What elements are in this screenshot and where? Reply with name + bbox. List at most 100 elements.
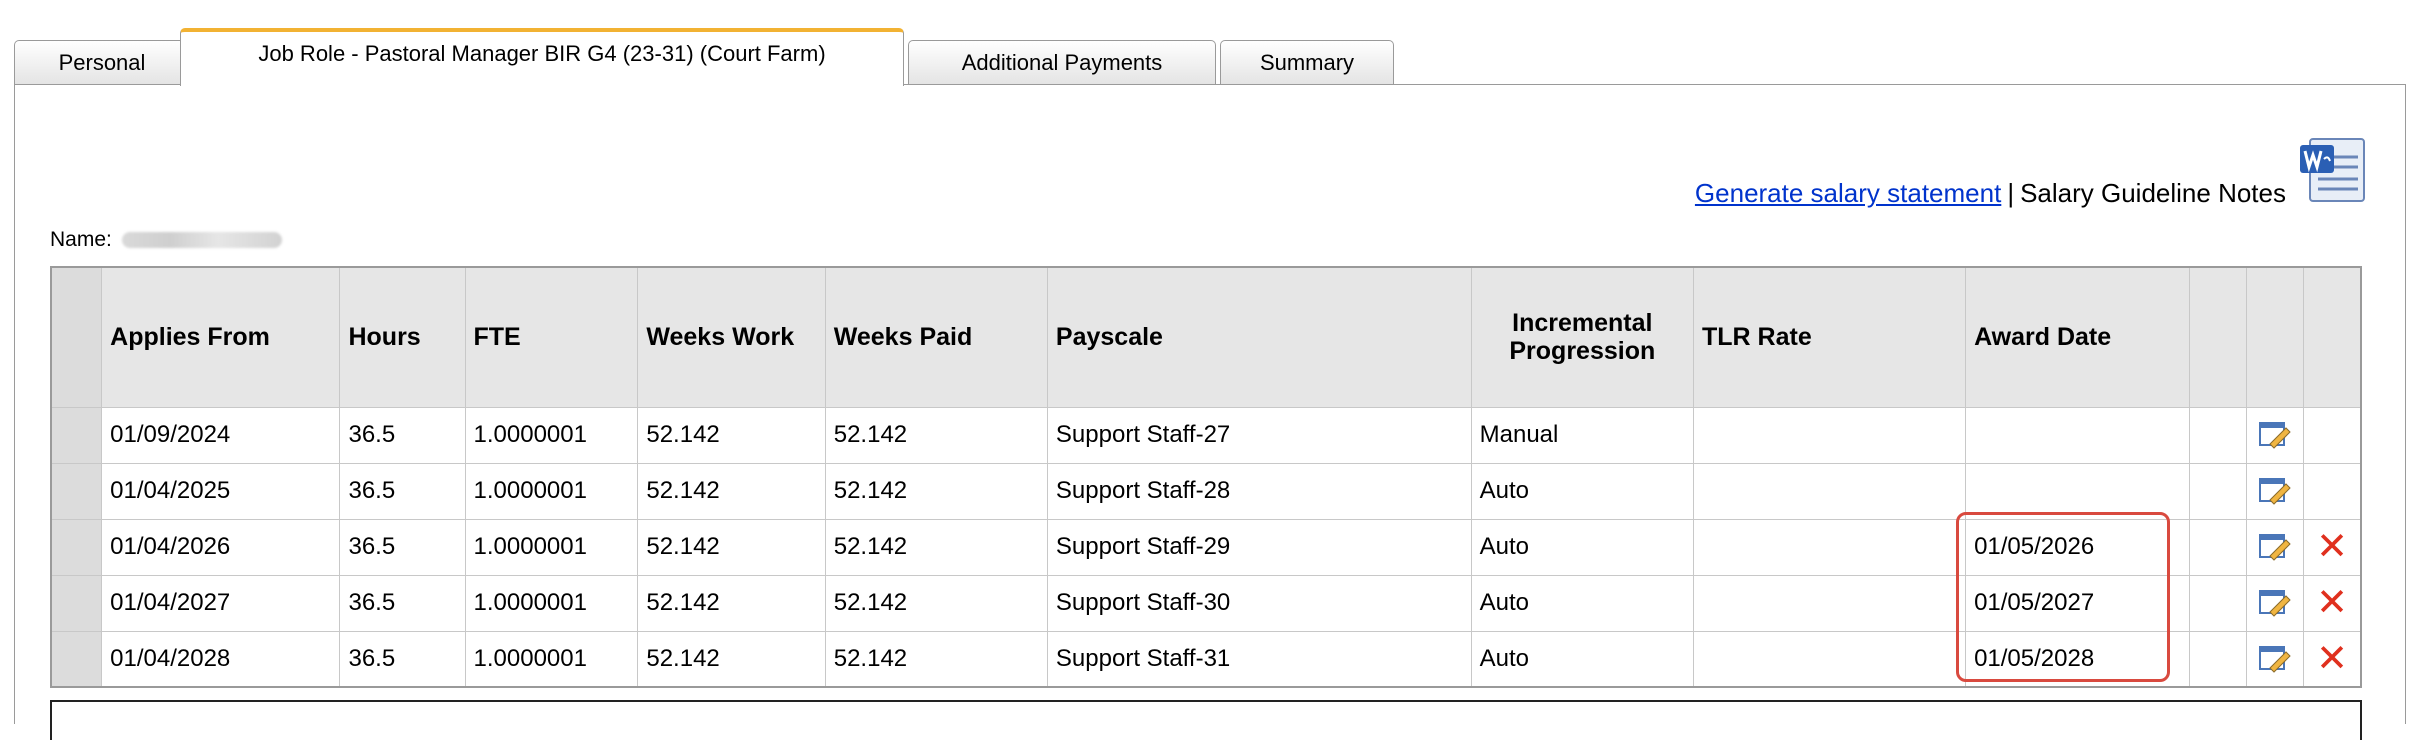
cell-payscale: Support Staff-29 — [1046, 518, 1472, 576]
tab-additional-payments[interactable]: Additional Payments — [908, 40, 1216, 84]
cell-award-date: 01/05/2027 — [1965, 574, 2191, 632]
redacted-name — [121, 232, 282, 249]
cell-weeks-paid: 52.142 — [824, 406, 1048, 464]
edit-icon[interactable] — [2258, 420, 2292, 450]
header-incremental-line2: Progression — [1509, 337, 1656, 366]
row-selector[interactable] — [50, 630, 103, 688]
cell-hours: 36.5 — [339, 630, 466, 688]
link-separator: | — [2007, 178, 2015, 208]
cell-weeks-work: 52.142 — [637, 518, 826, 576]
cell-payscale: Support Staff-31 — [1046, 630, 1472, 688]
cell-weeks-paid: 52.142 — [824, 630, 1048, 688]
delete-icon[interactable]: ✕ — [2316, 582, 2348, 624]
cell-delete: ✕ — [2303, 574, 2362, 632]
edit-icon[interactable] — [2258, 532, 2292, 562]
cell-hours: 36.5 — [339, 406, 466, 464]
row-selector[interactable] — [50, 518, 103, 576]
table-row[interactable]: 01/04/2028 36.5 1.0000001 52.142 52.142 … — [50, 630, 2362, 688]
cell-tlr-rate — [1692, 630, 1967, 688]
cell-incremental: Auto — [1470, 630, 1695, 688]
header-fte[interactable]: FTE — [464, 266, 639, 408]
table-row[interactable]: 01/04/2026 36.5 1.0000001 52.142 52.142 … — [50, 518, 2362, 576]
cell-payscale: Support Staff-27 — [1046, 406, 1472, 464]
cell-tlr-rate — [1692, 406, 1967, 464]
cell-fte: 1.0000001 — [464, 406, 639, 464]
table-row[interactable]: 01/04/2027 36.5 1.0000001 52.142 52.142 … — [50, 574, 2362, 632]
cell-delete — [2303, 462, 2362, 520]
row-selector[interactable] — [50, 406, 103, 464]
cell-tlr-rate — [1692, 518, 1967, 576]
cell-incremental: Auto — [1470, 574, 1695, 632]
tab-summary[interactable]: Summary — [1220, 40, 1394, 84]
cell-incremental: Auto — [1470, 518, 1695, 576]
word-document-icon[interactable] — [2296, 133, 2372, 209]
tab-job-role[interactable]: Job Role - Pastoral Manager BIR G4 (23-3… — [180, 28, 904, 86]
header-incremental-line1: Incremental — [1512, 308, 1653, 337]
header-payscale[interactable]: Payscale — [1046, 266, 1472, 408]
header-selector — [50, 266, 103, 408]
cell-weeks-work: 52.142 — [637, 462, 826, 520]
cell-incremental: Manual — [1470, 406, 1695, 464]
notes-box — [50, 700, 2362, 740]
header-tlr-rate[interactable]: TLR Rate — [1692, 266, 1967, 408]
header-weeks-work[interactable]: Weeks Work — [637, 266, 826, 408]
header-blank-2 — [2245, 266, 2305, 408]
cell-weeks-paid: 52.142 — [824, 574, 1048, 632]
row-selector[interactable] — [50, 462, 103, 520]
salary-grid: Applies From Hours FTE Weeks Work Weeks … — [50, 266, 2362, 688]
cell-tlr-rate — [1692, 574, 1967, 632]
cell-weeks-paid: 52.142 — [824, 462, 1048, 520]
salary-guideline-notes-label: Salary Guideline Notes — [2020, 178, 2286, 208]
cell-award-date — [1965, 406, 2191, 464]
cell-award-date — [1965, 462, 2191, 520]
cell-weeks-work: 52.142 — [637, 406, 826, 464]
grid-header-row: Applies From Hours FTE Weeks Work Weeks … — [50, 266, 2362, 408]
tab-personal[interactable]: Personal — [14, 40, 190, 84]
edit-icon[interactable] — [2258, 588, 2292, 618]
cell-delete: ✕ — [2303, 518, 2362, 576]
cell-blank — [2189, 574, 2247, 632]
cell-award-date: 01/05/2026 — [1965, 518, 2191, 576]
table-row[interactable]: 01/09/2024 36.5 1.0000001 52.142 52.142 … — [50, 406, 2362, 464]
row-selector[interactable] — [50, 574, 103, 632]
cell-blank — [2189, 462, 2247, 520]
cell-hours: 36.5 — [339, 518, 466, 576]
cell-edit — [2245, 630, 2305, 688]
cell-weeks-work: 52.142 — [637, 574, 826, 632]
cell-edit — [2245, 462, 2305, 520]
cell-payscale: Support Staff-28 — [1046, 462, 1472, 520]
cell-edit — [2245, 518, 2305, 576]
header-weeks-paid[interactable]: Weeks Paid — [824, 266, 1048, 408]
cell-fte: 1.0000001 — [464, 462, 639, 520]
cell-weeks-paid: 52.142 — [824, 518, 1048, 576]
header-blank-3 — [2303, 266, 2362, 408]
header-applies-from[interactable]: Applies From — [101, 266, 341, 408]
employee-name-row: Name: — [50, 228, 282, 252]
header-incremental-progression[interactable]: Incremental Progression — [1470, 266, 1695, 408]
header-award-date[interactable]: Award Date — [1965, 266, 2191, 408]
cell-incremental: Auto — [1470, 462, 1695, 520]
cell-hours: 36.5 — [339, 462, 466, 520]
cell-blank — [2189, 406, 2247, 464]
generate-salary-statement-link[interactable]: Generate salary statement — [1695, 178, 2001, 208]
salary-links: Generate salary statement | Salary Guideli… — [1695, 178, 2286, 209]
delete-icon[interactable]: ✕ — [2316, 638, 2348, 680]
table-row[interactable]: 01/04/2025 36.5 1.0000001 52.142 52.142 … — [50, 462, 2362, 520]
cell-tlr-rate — [1692, 462, 1967, 520]
cell-weeks-work: 52.142 — [637, 630, 826, 688]
cell-applies-from: 01/04/2026 — [101, 518, 341, 576]
header-hours[interactable]: Hours — [339, 266, 466, 408]
cell-fte: 1.0000001 — [464, 630, 639, 688]
cell-payscale: Support Staff-30 — [1046, 574, 1472, 632]
cell-applies-from: 01/04/2027 — [101, 574, 341, 632]
cell-applies-from: 01/09/2024 — [101, 406, 341, 464]
cell-hours: 36.5 — [339, 574, 466, 632]
edit-icon[interactable] — [2258, 644, 2292, 674]
cell-delete: ✕ — [2303, 630, 2362, 688]
cell-blank — [2189, 518, 2247, 576]
cell-edit — [2245, 574, 2305, 632]
edit-icon[interactable] — [2258, 476, 2292, 506]
cell-fte: 1.0000001 — [464, 518, 639, 576]
delete-icon[interactable]: ✕ — [2316, 526, 2348, 568]
cell-applies-from: 01/04/2028 — [101, 630, 341, 688]
